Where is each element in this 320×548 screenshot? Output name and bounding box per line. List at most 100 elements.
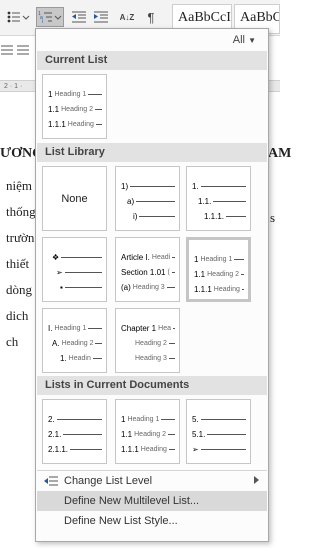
doc-line: niệm [6,178,32,193]
thumb-line: 1.1.1 Heading [194,283,244,295]
thumb-rule [226,215,246,217]
thumb-text: Heading 2 [61,339,94,347]
list-library-thumbnail[interactable]: I. Heading 1 A. Heading 2 1. Headin [42,308,107,373]
current-list-thumbnail[interactable]: 1 Heading 1 1.1 Heading 2 1.1.1 Heading [42,74,107,139]
thumb-number: 5. [192,414,199,424]
document-list-thumbnail[interactable]: 2. 2.1. 2.1.1. [42,399,107,464]
thumb-text: Heading 2 [61,105,94,113]
thumb-line: 1 Heading 1 [48,88,102,100]
thumb-rule [92,357,102,359]
thumb-number: 1) [121,181,129,191]
thumb-rule [172,256,175,258]
thumb-line: 5.1. [192,428,246,440]
list-library-thumbnail[interactable]: 1. 1.1. 1.1.1. [186,166,251,231]
thumb-number: 1 [48,89,53,99]
none-label: None [61,193,88,205]
thumb-rule [200,418,246,420]
thumb-number: a) [127,196,135,206]
thumb-line: 1.1.1 Heading [121,443,175,455]
align-icon [0,40,14,60]
doc-line: thống [6,204,36,219]
thumb-line: 5. [192,413,246,425]
thumb-line: Chapter 1 Hea [121,322,175,334]
thumb-rule [139,215,175,217]
bullets-button[interactable] [4,7,32,27]
thumb-rule [64,271,102,273]
change-list-level-label: Change List Level [64,475,153,487]
list-library-thumbnail[interactable]: Article I. Headi Section 1.01((a) Heading 3 [115,237,180,302]
thumb-line: 1.1.1. [192,210,246,222]
filter-label: All [232,34,246,46]
filter-dropdown[interactable]: All ▼ [233,34,256,46]
change-list-level-item[interactable]: Change List Level [37,471,267,491]
thumb-rule [166,286,175,288]
thumb-number: 1 [194,254,199,264]
thumb-line: Heading 3 [121,352,175,364]
list-none-thumbnail[interactable]: None [42,166,107,231]
document-list-thumbnail[interactable]: 5. 5.1. ➢ [186,399,251,464]
thumb-line: 1.1. [192,195,246,207]
thumb-number: 2.1. [48,429,62,439]
thumb-rule [64,286,102,288]
thumb-number: 2. [48,414,55,424]
sort-button[interactable]: A↓Z [118,7,136,27]
thumb-text: Heading 2 [135,339,167,347]
thumb-rule [95,123,102,125]
define-multilevel-list-item[interactable]: Define New Multilevel List... [37,491,267,511]
thumb-line: ➢ [48,266,102,278]
thumb-text: Heading 1 [127,415,160,423]
thumb-line: 1) [121,180,175,192]
thumb-number: ➢ [192,444,199,454]
submenu-arrow-icon [254,476,259,484]
thumb-number: 1. [60,353,67,363]
thumb-number: Section 1.01 [121,267,166,277]
list-library-thumbnail[interactable]: ❖ ➢ ▪ [42,237,107,302]
thumb-line: 1.1.1 Heading [48,118,102,130]
doc-line: trườn [6,230,35,245]
document-list-thumbnail[interactable]: 1 Heading 1 1.1 Heading 2 1.1.1 Heading [115,399,180,464]
thumb-rule [95,108,102,110]
thumb-rule [207,433,246,435]
thumb-text: Heading [140,445,167,453]
thumb-text: Heading [67,120,94,128]
thumb-line: Heading 2 [121,337,175,349]
thumb-line: A. Heading 2 [48,337,102,349]
thumb-rule [172,327,175,329]
thumb-line: 2.1.1. [48,443,102,455]
show-formatting-button[interactable]: ¶ [144,7,158,27]
thumb-rule [61,256,102,258]
thumb-number: 1.1.1 [48,119,66,129]
thumb-line: 1 Heading 1 [121,413,175,425]
thumb-text: Headin [68,354,91,362]
doc-text-right: s [270,210,276,225]
thumb-rule [168,448,175,450]
change-level-icon [44,475,58,487]
increase-indent-icon[interactable] [92,7,110,27]
list-library-thumbnail[interactable]: Chapter 1 Hea Heading 2 Heading 3 [115,308,180,373]
current-list-header: Current List [37,51,267,70]
multilevel-list-button[interactable]: 1ai [36,7,64,27]
thumb-line: 1.1 Heading 2 [194,268,244,280]
doc-line: dich [6,308,29,323]
thumb-number: 1.1. [198,196,212,206]
thumb-line: 1.1 Heading 2 [48,103,102,115]
decrease-indent-icon[interactable] [70,7,88,27]
thumb-text: Heading 2 [207,270,240,278]
define-list-style-item[interactable]: Define New List Style... [37,511,267,531]
multilevel-list-gallery: All ▼ Current List 1 Heading 1 1.1 Heading … [35,28,269,542]
thumb-number: Chapter 1 [121,323,157,333]
list-library-thumbnail[interactable]: 1) a) i) [115,166,180,231]
list-library-thumbnail[interactable]: 1 Heading 1 1.1 Heading 2 1.1.1 Heading [186,237,251,302]
thumb-line: 2. [48,413,102,425]
thumb-number: (a) [121,282,131,292]
chevron-down-icon: ▼ [248,36,256,45]
thumb-rule [241,288,244,290]
thumb-text: Heading 3 [132,283,165,291]
doc-line: thiết [6,256,30,271]
thumb-line: 2.1. [48,428,102,440]
thumb-number: ➢ [56,267,63,277]
thumb-rule [56,418,102,420]
thumb-number: ❖ [52,252,60,262]
thumb-rule [200,185,246,187]
thumb-text: Heading [213,285,240,293]
